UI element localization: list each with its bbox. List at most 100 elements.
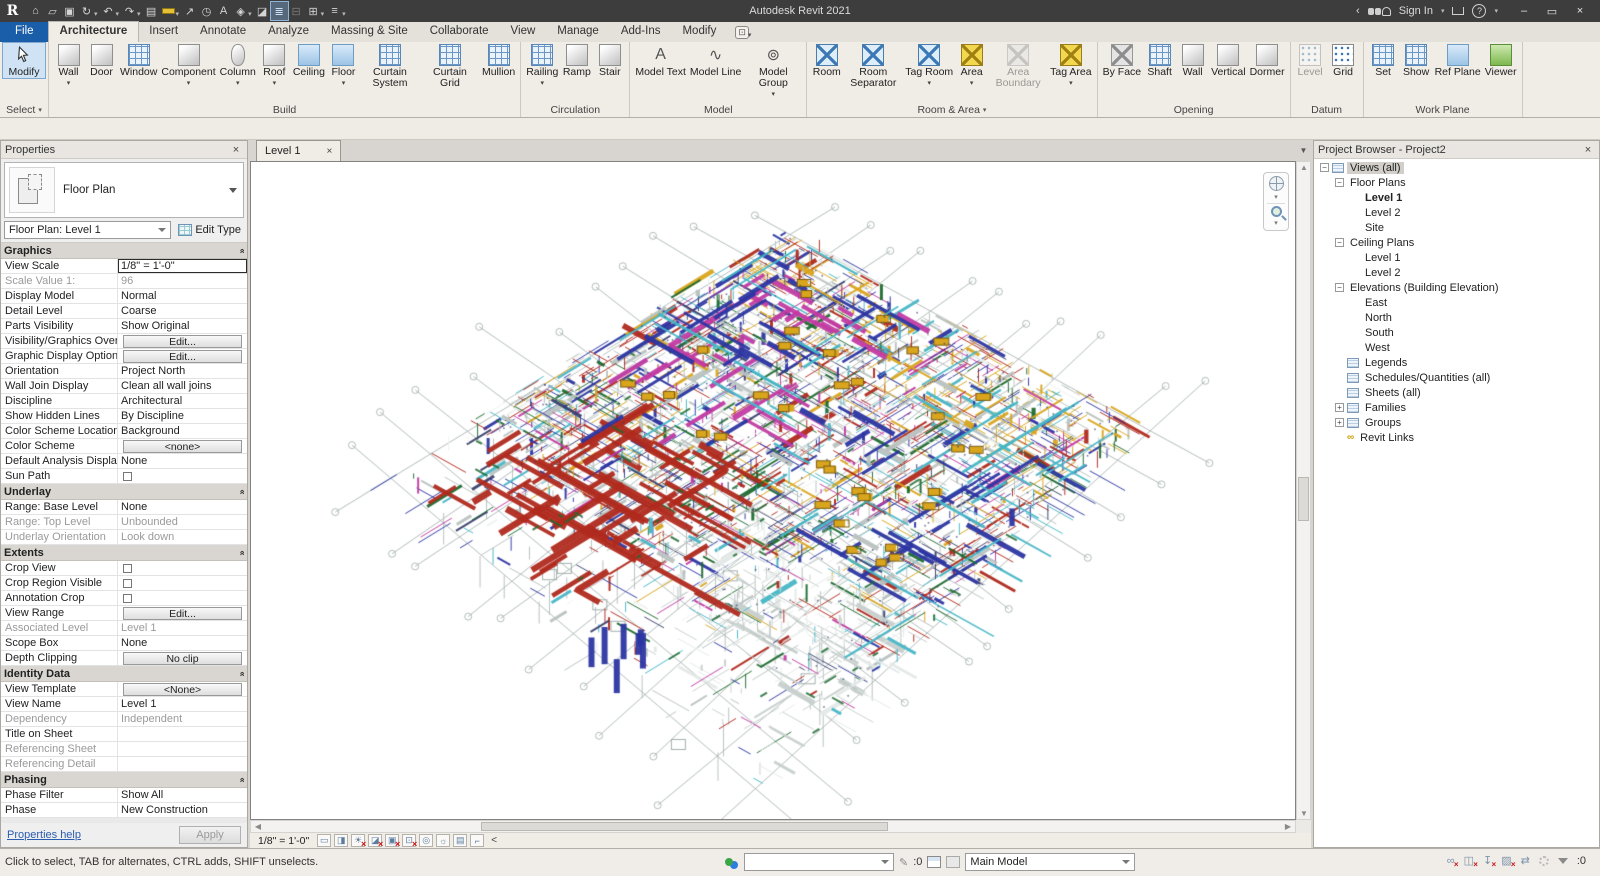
wall-dropdown-icon[interactable]: ▾ [67,79,71,87]
circulation-ramp-button[interactable]: Ramp [560,43,593,78]
component-dropdown-icon[interactable]: ▾ [187,79,191,87]
prop-button-color-scheme[interactable]: <none> [123,440,242,453]
prop-checkbox-sun-path[interactable] [123,472,132,481]
build-curtain-system-button[interactable]: Curtain System [360,43,420,89]
build-component-button[interactable]: Component▾ [159,43,217,87]
prop-value-show-hidden-lines[interactable]: By Discipline [118,409,247,423]
opening-dormer-button[interactable]: Dormer [1248,43,1287,78]
visual-style-icon[interactable]: ◨ [334,834,348,847]
prop-value-wall-join-display[interactable]: Clean all wall joins [118,379,247,393]
switch-windows-dropdown-icon[interactable]: ▾ [321,10,325,18]
panel-label-build[interactable]: Build [49,102,520,117]
switch-windows-icon[interactable]: ⊞ [305,2,322,20]
build-floor-button[interactable]: Floor▾ [327,43,360,87]
section-header-phasing[interactable]: Phasing» [1,772,247,788]
app-store-cart-icon[interactable] [1452,7,1464,15]
area-dropdown-icon[interactable]: ▾ [970,79,974,87]
default-3d-view-icon[interactable]: ◈ [232,2,249,20]
tree-item-level-1[interactable]: Level 1 [1314,250,1599,265]
customize-quick-access-toolbar-dropdown-icon[interactable]: ▾ [342,10,346,18]
circulation-railing-button[interactable]: Railing▾ [524,43,560,87]
tree-item-legends[interactable]: Legends [1314,355,1599,370]
section-header-extents[interactable]: Extents» [1,545,247,561]
sign-in-dropdown-icon[interactable]: ▾ [1441,7,1445,15]
build-roof-button[interactable]: Roof▾ [258,43,291,87]
prop-value-orientation[interactable]: Project North [118,364,247,378]
select-modify-button[interactable]: Modify [3,43,45,78]
prop-button-graphic-display-options[interactable]: Edit... [123,350,242,363]
tree-item-floor-plans[interactable]: −Floor Plans [1314,175,1599,190]
worksets-icon[interactable] [725,858,733,866]
work-plane-viewer-button[interactable]: Viewer [1483,43,1519,78]
panel-label-select[interactable]: Select▾ [0,102,48,117]
zoom-icon[interactable] [1271,206,1282,217]
prop-checkbox-crop-view[interactable] [123,564,132,573]
tab-file[interactable]: File [0,22,49,42]
tab-insert[interactable]: Insert [138,22,189,42]
help-icon[interactable]: ? [1472,4,1486,18]
home-icon[interactable]: ⌂ [27,2,44,20]
crop-view-icon[interactable]: ▣× [385,834,399,847]
prop-value-range-base-level[interactable]: None [118,500,247,514]
tab-add-ins[interactable]: Add-Ins [610,22,672,42]
tree-item-schedules-quantities-all[interactable]: Schedules/Quantities (all) [1314,370,1599,385]
tab-analyze[interactable]: Analyze [257,22,320,42]
show-crop-region-icon[interactable]: ⊡× [402,834,416,847]
filter-icon[interactable] [1558,858,1568,864]
prop-value-view-name[interactable]: Level 1 [118,697,247,711]
drag-elements-on-selection-icon[interactable]: ⇄ [1521,854,1530,867]
tab-modify[interactable]: Modify [671,22,727,42]
build-window-button[interactable]: Window [118,43,159,78]
type-selector-dropdown-icon[interactable] [229,188,237,193]
drawing-canvas[interactable] [251,162,1295,819]
open-icon[interactable]: ▱ [44,2,61,20]
build-curtain-grid-button[interactable]: Curtain Grid [420,43,480,89]
tab-collaborate[interactable]: Collaborate [419,22,500,42]
collapse-chevron-icon[interactable]: ‹ [1356,5,1360,17]
minimize-button[interactable]: – [1510,0,1538,22]
panel-label-opening[interactable]: Opening [1098,102,1290,117]
datum-grid-button[interactable]: Grid [1327,43,1360,78]
prop-checkbox-crop-region-visible[interactable] [123,579,132,588]
opening-vertical-button[interactable]: Vertical [1209,43,1247,78]
select-elements-by-face-icon[interactable]: ▨× [1501,854,1511,867]
tag-by-category-icon[interactable]: ◷ [198,2,215,20]
work-plane-show-button[interactable]: Show [1400,43,1433,78]
tree-item-ceiling-plans[interactable]: −Ceiling Plans [1314,235,1599,250]
tag-area-dropdown-icon[interactable]: ▾ [1069,79,1073,87]
prop-value-color-scheme-location[interactable]: Background [118,424,247,438]
tree-item-site[interactable]: Site [1314,220,1599,235]
section-header-identity-data[interactable]: Identity Data» [1,666,247,682]
wheel-dropdown-icon[interactable]: ▾ [1274,193,1278,201]
prop-value-display-model[interactable]: Normal [118,289,247,303]
editable-only-icon[interactable]: ✎ [899,856,908,869]
expand-icon[interactable]: < [487,834,501,847]
search-icon[interactable] [1368,8,1374,15]
collapse-section-icon[interactable]: » [236,550,246,555]
design-options-icon[interactable] [927,856,941,868]
opening-shaft-button[interactable]: Shaft [1143,43,1176,78]
scroll-up-icon[interactable]: ▲ [1297,163,1311,172]
circulation-stair-button[interactable]: Stair [593,43,626,78]
section-header-graphics[interactable]: Graphics» [1,243,247,259]
model-group-dropdown-icon[interactable]: ▾ [772,90,776,98]
ribbon-display-toggle[interactable]: ⊡▾ [735,22,753,42]
tree-item-level-2[interactable]: Level 2 [1314,265,1599,280]
view-tab-close-icon[interactable]: × [326,146,332,157]
tree-item-east[interactable]: East [1314,295,1599,310]
section-header-underlay[interactable]: Underlay» [1,484,247,500]
column-dropdown-icon[interactable]: ▾ [236,79,240,87]
aligned-dimension-icon[interactable]: ↗ [181,2,198,20]
zoom-dropdown-icon[interactable]: ▾ [1274,219,1278,227]
prop-value-view-scale[interactable]: 1/8" = 1'-0" [118,259,247,273]
default-3d-view-dropdown-icon[interactable]: ▾ [248,10,252,18]
room-area-area-button[interactable]: Area▾ [955,43,988,87]
view-tab-overflow-icon[interactable]: ▼ [1296,140,1311,161]
model-model-text-button[interactable]: AModel Text [633,43,688,78]
build-mullion-button[interactable]: Mullion [480,43,517,78]
opening-wall-button[interactable]: Wall [1176,43,1209,78]
prop-value-scope-box[interactable]: None [118,636,247,650]
prop-button-depth-clipping[interactable]: No clip [123,652,242,665]
undo-icon[interactable]: ↶ [100,2,117,20]
type-selector[interactable]: Floor Plan [4,162,244,218]
